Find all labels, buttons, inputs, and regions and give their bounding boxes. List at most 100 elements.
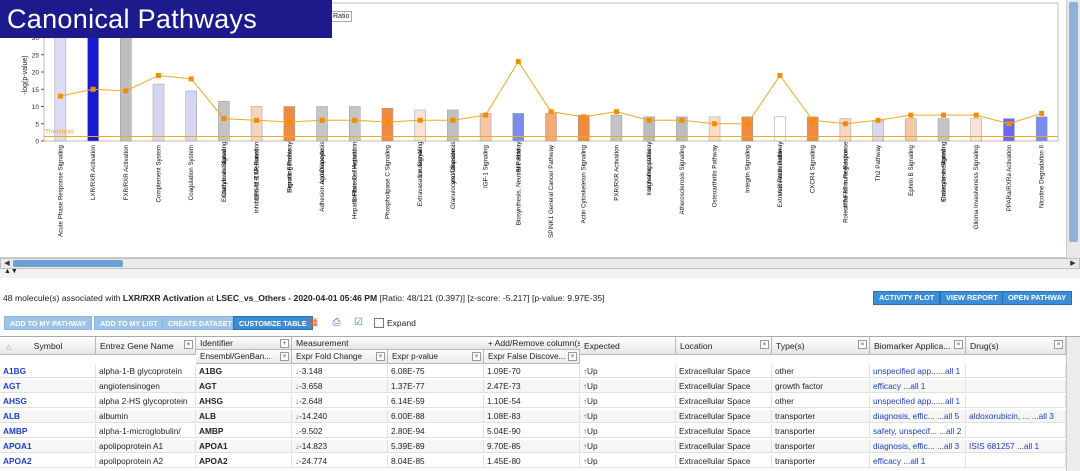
- table-row[interactable]: AMBP alpha-1-microglobulin/AMBP ↓-9.502 2.8…: [0, 425, 1080, 438]
- cell-drug-text[interactable]: aldoxorubicin, ... ...all 3: [969, 411, 1054, 421]
- ratio-point[interactable]: [712, 121, 718, 127]
- remove-column-icon[interactable]: ×: [1054, 340, 1063, 349]
- ratio-point[interactable]: [254, 117, 260, 123]
- x-tick-label[interactable]: Complement System: [155, 145, 162, 202]
- bar[interactable]: [905, 118, 917, 142]
- chart-horizontal-scroll-thumb[interactable]: [13, 260, 123, 267]
- ratio-point[interactable]: [1006, 121, 1012, 127]
- ratio-point[interactable]: [123, 88, 129, 94]
- ratio-point[interactable]: [286, 119, 292, 125]
- column-header-expr-false-discovery[interactable]: Expr False Discove... ×: [484, 350, 580, 364]
- cell-symbol-text[interactable]: APOA1: [3, 441, 32, 451]
- expand-column-icon[interactable]: +: [280, 339, 289, 348]
- table-vertical-scrollbar[interactable]: [1066, 337, 1080, 471]
- ratio-point[interactable]: [646, 117, 652, 123]
- remove-column-icon[interactable]: ×: [376, 352, 385, 361]
- bar[interactable]: [120, 26, 132, 142]
- cell-symbol[interactable]: AGT: [0, 380, 96, 393]
- cell-biomarker-text[interactable]: diagnosis, effic... ...all 3: [873, 441, 959, 451]
- ratio-point[interactable]: [221, 116, 227, 122]
- cell-biomarker[interactable]: safety, unspecif... ...all 2: [870, 425, 966, 438]
- bar[interactable]: [316, 106, 328, 142]
- export-table-icon[interactable]: ▦: [306, 316, 321, 330]
- cell-biomarker[interactable]: diagnosis, effic... ...all 5: [870, 410, 966, 423]
- x-tick-label[interactable]: Hepatic Fibrosis / HepaticStellate Cell …: [352, 141, 359, 219]
- ratio-point[interactable]: [810, 117, 816, 123]
- cell-biomarker-text[interactable]: unspecified app......all 1: [873, 366, 960, 376]
- add-column-icon[interactable]: +: [488, 339, 493, 348]
- x-tick-label[interactable]: Actin Cytoskeleton Signaling: [581, 144, 588, 223]
- ratio-point[interactable]: [450, 117, 456, 123]
- x-tick-label[interactable]: Role of NFAT in Regulationof the Immune …: [842, 141, 849, 223]
- ratio-point[interactable]: [581, 114, 587, 120]
- ratio-point[interactable]: [548, 109, 554, 115]
- table-row[interactable]: APOA1 apolipoprotein A1 APOA1 ↓-14.823 5.39E…: [0, 440, 1080, 453]
- x-tick-label[interactable]: CXCR4 Signaling: [810, 144, 817, 193]
- ratio-point[interactable]: [679, 117, 685, 123]
- cell-drug[interactable]: [966, 455, 1066, 468]
- x-tick-label[interactable]: AgranulocyteAdhesion and Diapedesis: [319, 142, 326, 212]
- checklist-icon[interactable]: ☑: [351, 316, 366, 330]
- ratio-point[interactable]: [515, 59, 521, 65]
- cell-biomarker[interactable]: efficacy ...all 1: [870, 380, 966, 393]
- cell-biomarker[interactable]: efficacy ...all 1: [870, 455, 966, 468]
- cell-biomarker[interactable]: diagnosis, effic... ...all 3: [870, 440, 966, 453]
- column-header-expr-p-value[interactable]: Expr p-value ×: [388, 350, 484, 364]
- cell-symbol[interactable]: APOA1: [0, 440, 96, 453]
- open-pathway-button[interactable]: OPEN PATHWAY: [1002, 291, 1073, 305]
- cell-drug[interactable]: [966, 365, 1066, 378]
- x-tick-label[interactable]: LXR/RXR Activation: [90, 144, 97, 200]
- bar[interactable]: [87, 23, 99, 142]
- remove-column-icon[interactable]: ×: [954, 340, 963, 349]
- cell-drug[interactable]: ISIS 681257 ...all 1: [966, 440, 1066, 453]
- add-to-my-pathway-button[interactable]: ADD TO MY PATHWAY: [4, 316, 93, 330]
- x-tick-label[interactable]: Bile AcidBiosynthesis, Neutral Pathway: [515, 141, 522, 225]
- bar[interactable]: [774, 116, 786, 142]
- x-tick-label[interactable]: Nicotine Degradation II: [1039, 145, 1046, 208]
- ratio-point[interactable]: [155, 72, 161, 78]
- customize-table-button[interactable]: CUSTOMIZE TABLE: [233, 316, 313, 330]
- column-header-drugs[interactable]: Drug(s) ×: [966, 337, 1066, 355]
- table-row[interactable]: A1BG alpha-1-B glycoprotein A1BG ↓-3.148 6.0…: [0, 365, 1080, 378]
- bar[interactable]: [937, 118, 950, 142]
- column-header-symbol[interactable]: △ Symbol: [0, 337, 96, 355]
- ratio-point[interactable]: [188, 76, 194, 82]
- bar[interactable]: [741, 116, 754, 142]
- ratio-point[interactable]: [319, 117, 325, 123]
- ratio-point[interactable]: [941, 112, 947, 118]
- x-tick-label[interactable]: Granulocyte Adhesionand Diapedesis: [450, 142, 457, 210]
- cell-symbol[interactable]: ALB: [0, 410, 96, 423]
- add-to-my-list-button[interactable]: ADD TO MY LIST: [94, 316, 164, 330]
- x-tick-label[interactable]: LeukocyteExtravasation Signaling: [417, 141, 424, 206]
- ratio-point[interactable]: [777, 72, 783, 78]
- cell-symbol-text[interactable]: AMBP: [3, 426, 27, 436]
- bar[interactable]: [218, 101, 230, 142]
- ratio-point[interactable]: [973, 112, 979, 118]
- x-tick-label[interactable]: Coagulation System: [188, 145, 195, 200]
- x-tick-label[interactable]: Acute Phase Response Signaling: [57, 144, 64, 236]
- sort-icon[interactable]: △: [6, 344, 11, 351]
- remove-column-icon[interactable]: ×: [568, 352, 577, 361]
- ratio-point[interactable]: [352, 117, 358, 123]
- create-dataset-button[interactable]: CREATE DATASET: [162, 316, 238, 330]
- table-row[interactable]: ALB albumin ALB ↓-14.240 6.00E-88 1.08E-83 ↑Up…: [0, 410, 1080, 423]
- ratio-point[interactable]: [90, 86, 96, 92]
- column-header-biomarker[interactable]: Biomarker Applica... ×: [870, 337, 966, 355]
- x-tick-label[interactable]: Ephrin B Signaling: [908, 144, 915, 195]
- x-tick-label[interactable]: PXR/RXR Activation: [613, 144, 620, 200]
- chart-vertical-scroll-thumb[interactable]: [1069, 2, 1078, 242]
- cell-symbol-text[interactable]: APOA2: [3, 456, 32, 466]
- column-header-expr-fold-change[interactable]: Expr Fold Change ×: [292, 350, 388, 364]
- x-tick-label[interactable]: LPS/IL-1 MediatedInhibition of RXR Funct…: [254, 141, 261, 213]
- column-header-location[interactable]: Location ×: [676, 337, 772, 355]
- remove-column-icon[interactable]: ×: [760, 340, 769, 349]
- bar[interactable]: [250, 106, 263, 142]
- cell-symbol-text[interactable]: A1BG: [3, 366, 26, 376]
- cell-symbol[interactable]: AHSG: [0, 395, 96, 408]
- cell-symbol[interactable]: APOA2: [0, 455, 96, 468]
- cell-symbol[interactable]: A1BG: [0, 365, 96, 378]
- cell-drug[interactable]: aldoxorubicin, ... ...all 3: [966, 410, 1066, 423]
- x-tick-label[interactable]: Integrin Signaling: [744, 144, 751, 192]
- x-tick-label[interactable]: Osteoarthritis Pathway: [712, 144, 719, 207]
- bar[interactable]: [610, 114, 623, 142]
